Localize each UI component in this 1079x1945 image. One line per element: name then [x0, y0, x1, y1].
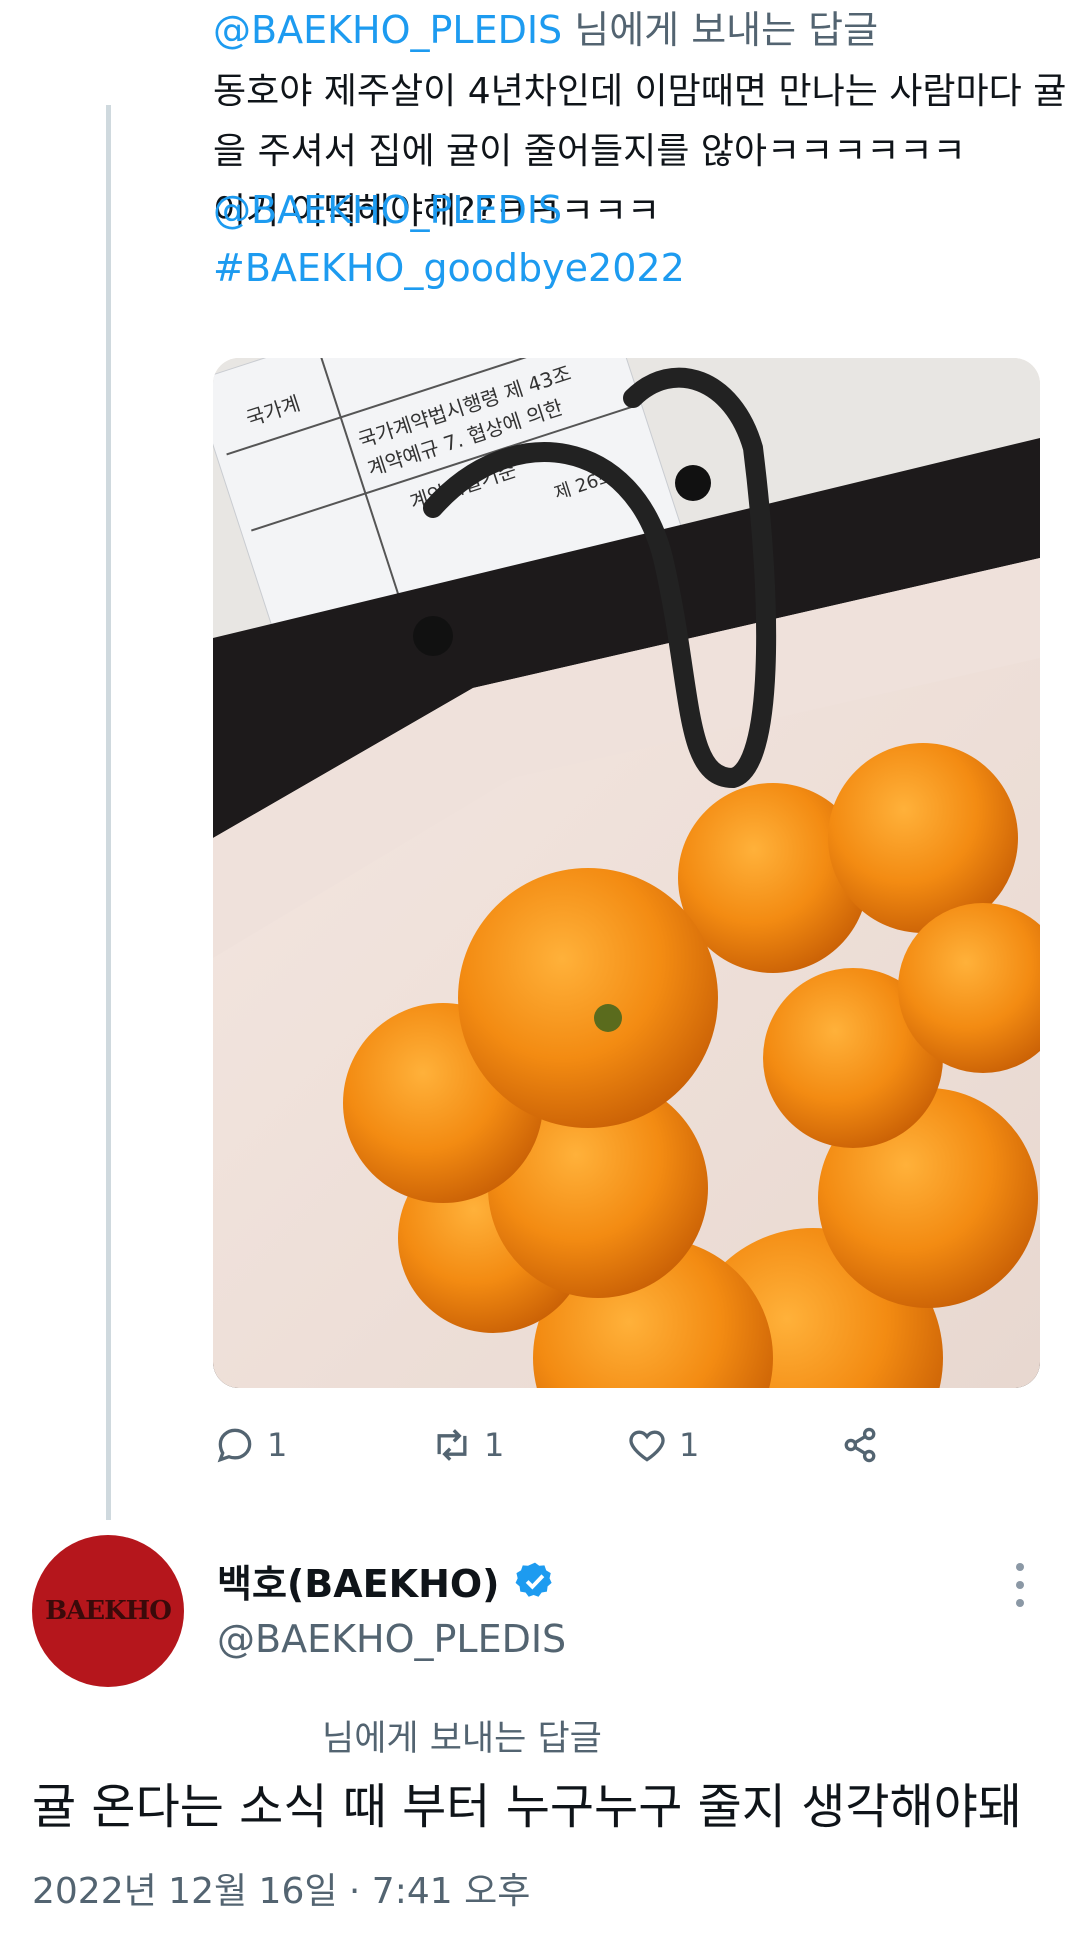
- reply-count: 1: [267, 1426, 288, 1464]
- author-handle[interactable]: @BAEKHO_PLEDIS: [217, 1617, 566, 1661]
- reply-suffix: 님에게 보내는 답글: [562, 8, 879, 52]
- replying-to-label: 님에게 보내는 답글: [322, 1719, 602, 1759]
- tweet-timestamp[interactable]: 2022년 12월 16일 · 7:41 오후: [32, 1862, 530, 1914]
- retweet-icon: [437, 1429, 467, 1461]
- retweet-count: 1: [484, 1426, 505, 1464]
- tweet-text-line: 동호야 제주살이 4년차인데 이맘때면 만나는 사람마다 귤: [213, 71, 1067, 112]
- replying-to-label: @BAEKHO_PLEDIS 님에게 보내는 답글: [213, 4, 878, 56]
- thread-connector-line: [106, 105, 111, 1520]
- more-options-icon[interactable]: [1000, 1555, 1040, 1615]
- mention-link[interactable]: @BAEKHO_PLEDIS: [213, 185, 562, 235]
- tweet-text-line: 을 주셔서 집에 귤이 줄어들지를 않아ㅋㅋㅋㅋㅋㅋ: [213, 131, 966, 172]
- display-name[interactable]: 백호(BAEKHO): [217, 1553, 500, 1608]
- reply-mention-link[interactable]: @BAEKHO_PLEDIS: [213, 8, 562, 52]
- like-button[interactable]: 1: [625, 1410, 699, 1480]
- reply-tweet-text: 귤 온다는 소식 때 부터 누구누구 줄지 생각해야돼: [32, 1779, 1023, 1835]
- share-button[interactable]: [838, 1410, 882, 1480]
- retweet-button[interactable]: 1: [430, 1410, 504, 1480]
- avatar-logo-text: BAEKHO: [45, 1596, 172, 1626]
- reply-button[interactable]: 1: [213, 1410, 287, 1480]
- like-count: 1: [679, 1426, 700, 1464]
- tweet-photo[interactable]: 국가계약법시행령 제 43조 계약예규 7. 협상에 의한 계약체결기준 국가계…: [213, 358, 1040, 1388]
- heart-icon: [629, 1430, 665, 1462]
- author-name-row: 백호(BAEKHO): [217, 1553, 556, 1608]
- reply-icon: [217, 1428, 252, 1463]
- hashtag-link[interactable]: #BAEKHO_goodbye2022: [213, 243, 685, 293]
- verified-badge-icon: [515, 1562, 552, 1597]
- tweet-action-bar: 1 1 1: [213, 1410, 1043, 1480]
- tangerines-photo-graphic: 국가계약법시행령 제 43조 계약예규 7. 협상에 의한 계약체결기준 국가계…: [213, 358, 1040, 1388]
- avatar[interactable]: BAEKHO: [32, 1535, 184, 1687]
- share-icon: [844, 1427, 876, 1463]
